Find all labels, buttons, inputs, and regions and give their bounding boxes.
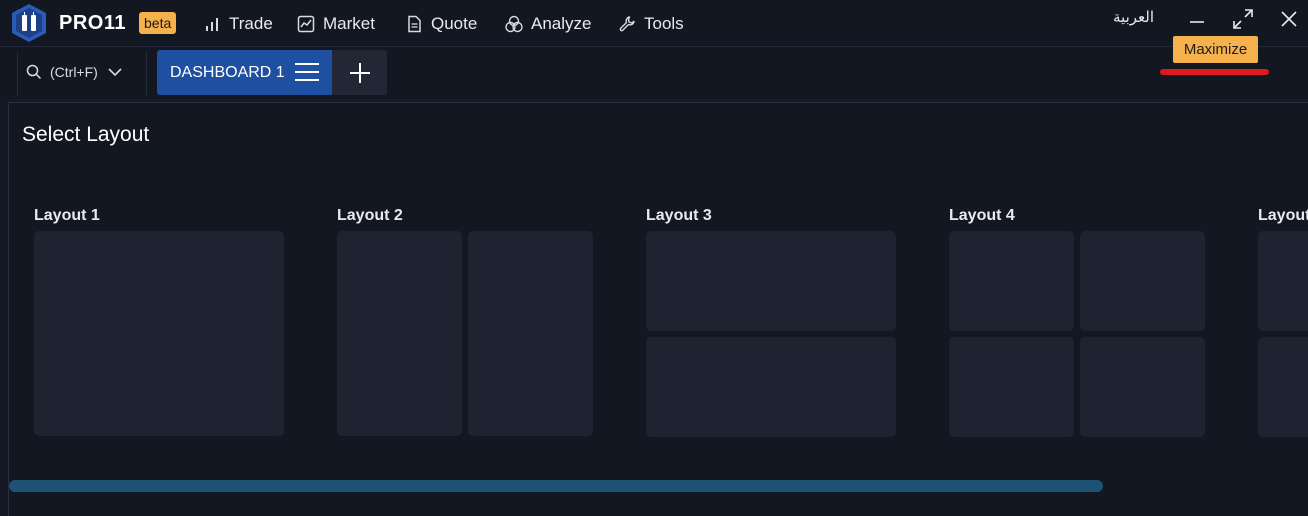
layout-cell	[468, 231, 593, 436]
menu-item-label: Trade	[229, 13, 273, 33]
search-icon	[26, 64, 42, 80]
layout-1-label: Layout 1	[34, 207, 100, 224]
left-edge-strip	[0, 99, 8, 516]
search-dropdown[interactable]: (Ctrl+F)	[18, 50, 141, 94]
layout-cell	[1080, 337, 1205, 437]
plus-icon	[349, 62, 370, 83]
minimize-button[interactable]	[1184, 6, 1210, 32]
menu-item-label: Market	[323, 13, 375, 33]
tab-label: DASHBOARD 1	[170, 63, 285, 81]
maximize-icon	[1233, 9, 1253, 29]
layout-cell	[337, 231, 462, 436]
menu-item-trade[interactable]: Trade	[203, 0, 273, 47]
layout-cell	[646, 337, 896, 437]
layout-5-label: Layout 5	[1258, 207, 1308, 224]
toolbar-divider	[146, 52, 147, 96]
layout-2-label: Layout 2	[337, 207, 403, 224]
app-name: PRO11	[59, 12, 126, 34]
close-button[interactable]	[1276, 6, 1302, 32]
hamburger-menu-icon[interactable]	[294, 62, 320, 82]
tab-dashboard-1[interactable]: DASHBOARD 1	[157, 50, 332, 95]
layout-cell	[949, 231, 1074, 331]
menu-item-market[interactable]: Market	[297, 0, 375, 47]
layout-4-label: Layout 4	[949, 207, 1015, 224]
menu-item-label: Tools	[644, 13, 684, 33]
layout-1-option[interactable]	[34, 231, 284, 436]
layout-cell	[646, 231, 896, 331]
bar-chart-icon	[206, 17, 218, 31]
layout-3-option[interactable]	[646, 231, 896, 437]
menu-item-label: Analyze	[531, 13, 592, 33]
layout-cell	[1258, 337, 1308, 437]
layout-2-option[interactable]	[337, 231, 593, 436]
app-logo-icon	[12, 4, 46, 42]
menu-item-analyze[interactable]: Analyze	[505, 0, 591, 47]
layout-3-label: Layout 3	[646, 207, 712, 224]
layout-5-clip: Layout 5	[1258, 200, 1308, 440]
dashboard-toolbar: (Ctrl+F) DASHBOARD 1	[0, 47, 1308, 99]
maximize-tooltip: Maximize	[1173, 36, 1258, 63]
layout-cell	[1258, 231, 1308, 331]
menu-item-quote[interactable]: Quote	[405, 0, 477, 47]
panel-title: Select Layout	[22, 123, 150, 146]
menu-item-label: Quote	[431, 13, 478, 33]
layout-4-option[interactable]	[949, 231, 1205, 437]
chevron-down-icon	[108, 68, 122, 77]
layout-cell	[949, 337, 1074, 437]
minimize-icon	[1190, 21, 1204, 23]
highlight-underline	[1160, 69, 1269, 75]
scrollbar-thumb[interactable]	[9, 480, 1103, 492]
search-shortcut-label: (Ctrl+F)	[50, 64, 98, 80]
maximize-button[interactable]	[1230, 6, 1256, 32]
beta-badge: beta	[139, 12, 177, 34]
top-menu-bar: PRO11 beta Trade Market Quote Analyze To…	[0, 0, 1308, 47]
layout-cell	[1080, 231, 1205, 331]
add-dashboard-button[interactable]	[332, 50, 387, 95]
document-icon	[408, 15, 421, 32]
line-chart-icon	[297, 15, 315, 32]
menu-item-tools[interactable]: Tools	[618, 0, 684, 47]
layout-5-option[interactable]	[1258, 231, 1308, 437]
close-icon	[1281, 11, 1297, 27]
wrench-icon	[619, 15, 635, 31]
language-switch[interactable]: العربية	[1113, 8, 1154, 26]
circles-icon	[505, 15, 523, 32]
